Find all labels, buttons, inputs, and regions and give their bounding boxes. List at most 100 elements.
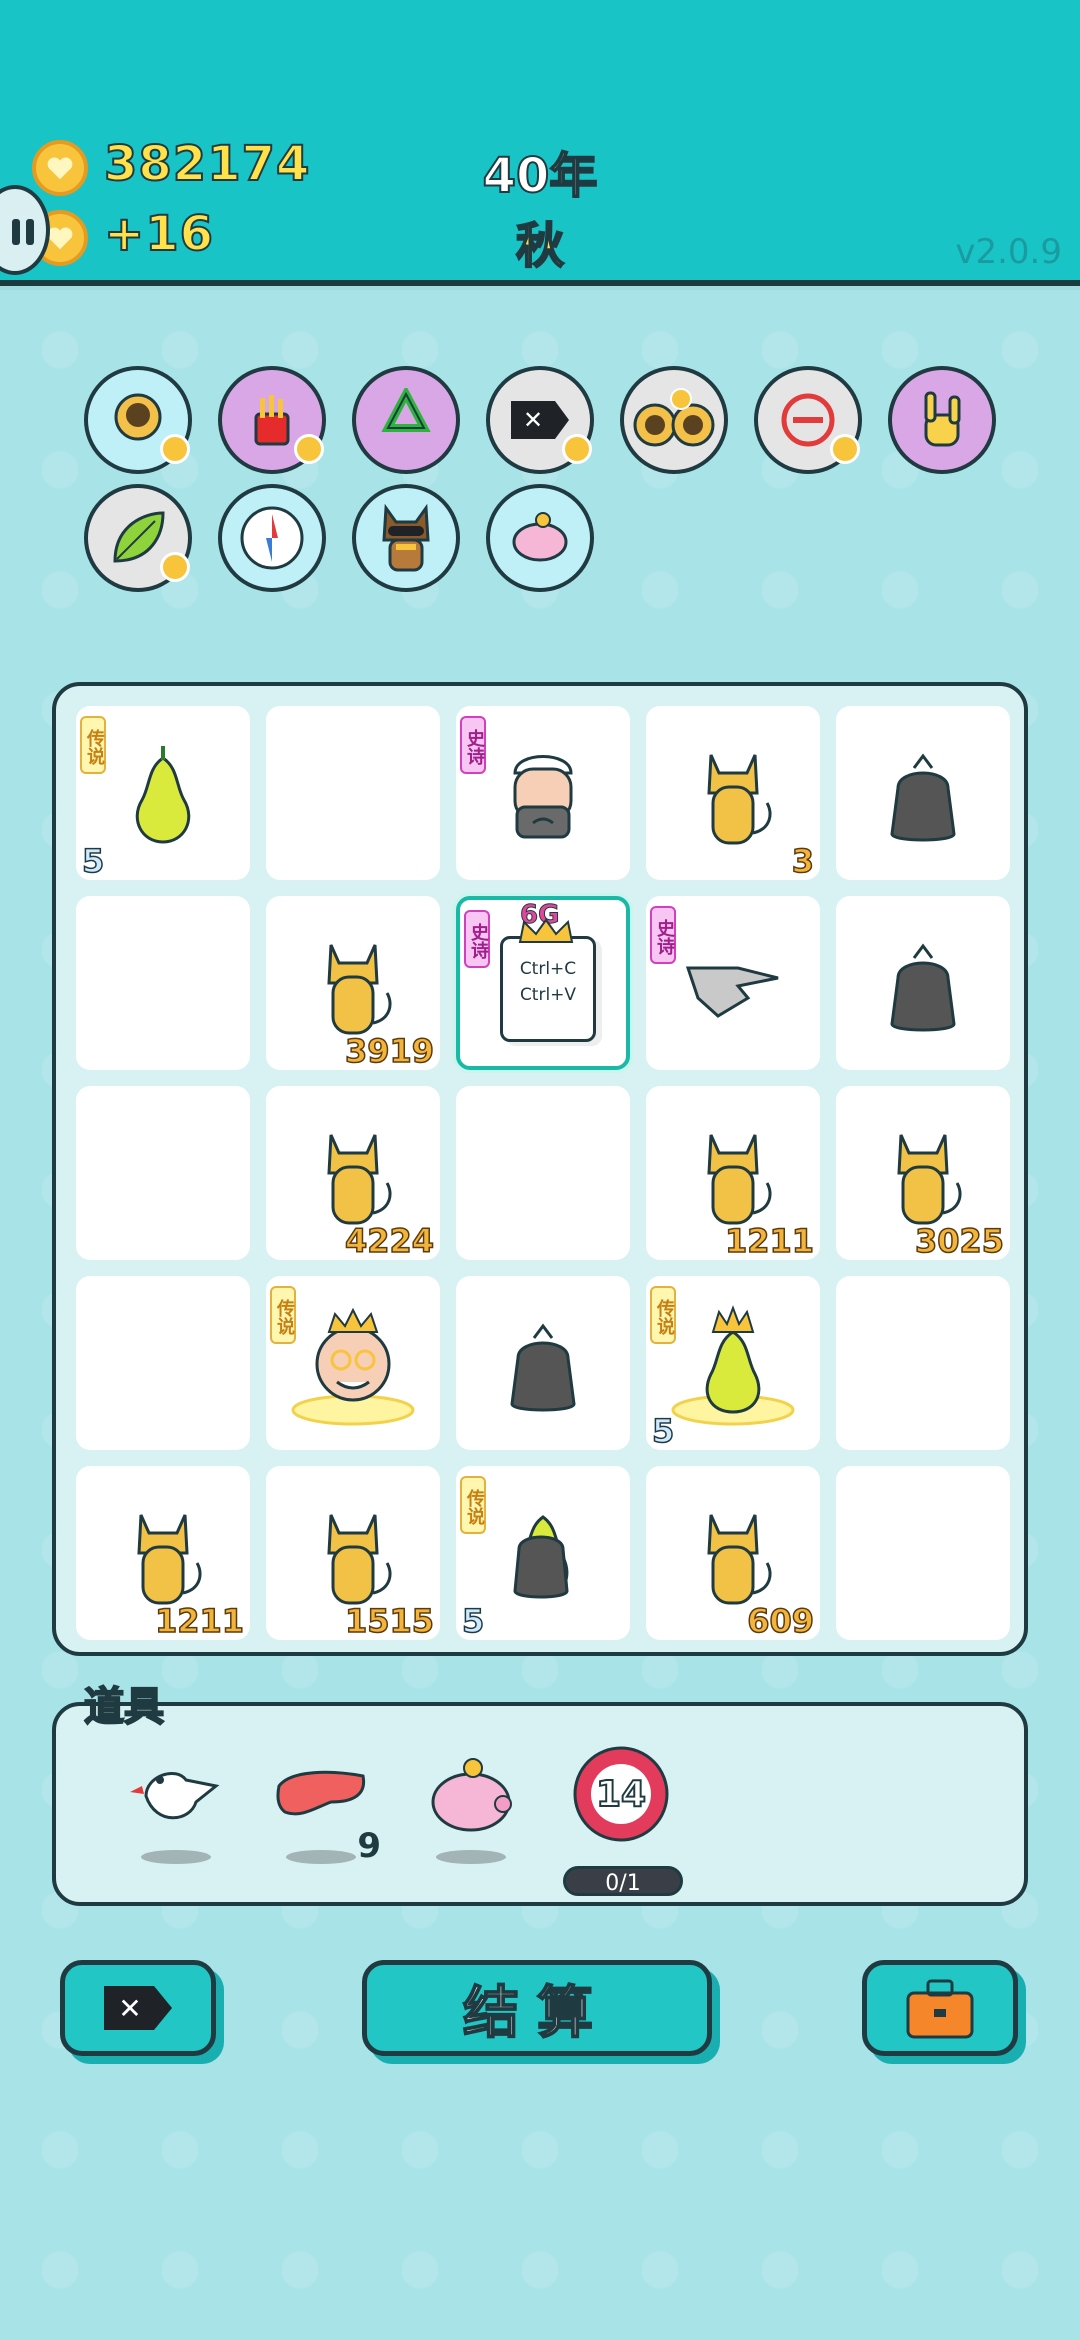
cell-count: 4224 — [344, 1221, 435, 1261]
items-title: 道具 — [83, 1683, 165, 1731]
board-cell-cat[interactable]: 3025 — [836, 1086, 1010, 1261]
pointing-hand-icon — [685, 966, 779, 1018]
ctrl-c-text: Ctrl+C — [519, 959, 577, 979]
svg-text:✕: ✕ — [118, 1992, 141, 2025]
cat-icon — [707, 1134, 772, 1225]
board-cell-cat[interactable]: 3 — [646, 706, 820, 881]
settle-button[interactable]: 结算 — [362, 1960, 712, 2056]
board-cell-cat[interactable]: 1211 — [646, 1086, 820, 1261]
board-cell-empty[interactable] — [76, 896, 250, 1070]
bearded-man-icon — [513, 755, 573, 839]
board-cell-ctrl-cv-epic[interactable]: 史诗 6G Ctrl+C Ctrl+V — [456, 896, 630, 1070]
heart-badge-icon — [830, 434, 860, 464]
board-cell-trash-bag[interactable] — [456, 1276, 630, 1450]
cat-skill-icon[interactable] — [84, 366, 192, 474]
items-panel: 9 14 0/1 — [52, 1702, 1028, 1906]
recycle-skill-icon[interactable] — [352, 366, 460, 474]
board-cell-trash-bag[interactable] — [836, 896, 1010, 1070]
board-cell-empty[interactable] — [836, 1466, 1010, 1640]
board-cell-pointing-hand-epic[interactable]: 史诗 — [646, 896, 820, 1070]
board-cell-cat[interactable]: 1515 — [266, 1466, 440, 1641]
dog-skill-icon[interactable] — [352, 484, 460, 592]
cell-count: 1515 — [344, 1601, 435, 1641]
board-cell-pear-legend[interactable]: 传说 5 — [76, 706, 250, 881]
settle-label: 结算 — [462, 1980, 611, 2047]
board-cell-cat[interactable]: 609 — [646, 1466, 820, 1641]
cell-count: 3 — [791, 841, 815, 881]
coin-income: +16 — [103, 205, 215, 263]
fries-skill-icon[interactable] — [218, 366, 326, 474]
piggy-bank-item[interactable] — [421, 1746, 521, 1864]
coin-icon — [32, 140, 88, 196]
pear-trash-bag-icon — [513, 1515, 569, 1599]
board-cell-empty[interactable] — [76, 1086, 250, 1260]
heart-badge-icon — [562, 434, 592, 464]
target-progress: 0/1 — [563, 1866, 683, 1896]
trash-bag-icon — [890, 753, 956, 842]
liver-item[interactable]: 9 — [271, 1746, 381, 1866]
target-number: 14 — [595, 1773, 647, 1816]
cell-count: 3025 — [914, 1221, 1005, 1261]
cell-count: 5 — [81, 841, 105, 881]
game-board: 传说 5 史诗 3 3919 史诗 6G Ctrl+C Ctrl+V 史诗 42… — [52, 682, 1028, 1656]
top-bar: 382174 +16 40年 秋 v2.0.9 — [0, 0, 1080, 286]
board-cell-cat[interactable]: 1211 — [76, 1466, 250, 1641]
trash-bag-icon — [890, 943, 956, 1032]
board-cell-cat[interactable]: 3919 — [266, 896, 440, 1071]
rich-man-icon — [291, 1307, 415, 1426]
heart-badge-icon — [160, 434, 190, 464]
briefcase-icon — [906, 1979, 974, 2039]
piggy-skill-icon[interactable] — [486, 484, 594, 592]
rock-hand-skill-icon[interactable] — [888, 366, 996, 474]
board-cell-empty[interactable] — [836, 1276, 1010, 1450]
season-label: 秋 — [515, 217, 565, 275]
pear-icon — [135, 746, 191, 844]
cat-icon — [707, 754, 772, 845]
cell-count: 3919 — [344, 1031, 435, 1071]
year-label: 40年 — [482, 147, 599, 205]
dove-icon — [130, 1771, 220, 1820]
cell-count: 1211 — [724, 1221, 815, 1261]
twin-cats-skill-icon[interactable] — [620, 366, 728, 474]
cat-icon — [707, 1514, 772, 1605]
cell-count: 609 — [746, 1601, 814, 1641]
crown-icon — [518, 918, 574, 943]
delete-tag-icon: ✕ — [104, 1986, 172, 2030]
compass-skill-icon[interactable] — [218, 484, 326, 592]
pause-button[interactable] — [0, 185, 50, 275]
discard-button[interactable]: ✕ — [60, 1960, 216, 2056]
leaf-skill-icon[interactable] — [84, 484, 192, 592]
cat-icon — [897, 1134, 962, 1225]
cat-icon — [327, 1134, 392, 1225]
board-cell-trash-bag[interactable] — [836, 706, 1010, 880]
board-cell-cat[interactable]: 4224 — [266, 1086, 440, 1261]
board-cell-empty[interactable] — [76, 1276, 250, 1450]
crowned-pear-icon — [671, 1305, 795, 1426]
coin-total: 382174 — [103, 135, 311, 193]
liver-icon — [276, 1770, 366, 1816]
liver-count: 9 — [357, 1826, 381, 1866]
board-cell-pear-bag-legend[interactable]: 传说 5 — [456, 1466, 630, 1641]
svg-text:✕: ✕ — [523, 406, 543, 434]
delete-tag-skill-icon[interactable]: ✕ — [486, 366, 594, 474]
dove-item[interactable] — [126, 1746, 226, 1864]
target-item[interactable]: 14 0/1 — [563, 1746, 683, 1896]
cat-icon — [327, 944, 392, 1035]
copy-paste-card: Ctrl+C Ctrl+V — [500, 936, 596, 1042]
board-cell-empty[interactable] — [456, 1086, 630, 1260]
cat-icon — [327, 1514, 392, 1605]
piggy-bank-icon — [431, 1758, 512, 1832]
minus-skill-icon[interactable] — [754, 366, 862, 474]
cell-count: 5 — [461, 1601, 485, 1641]
board-cell-crowned-pear-legend[interactable]: 传说 5 — [646, 1276, 820, 1451]
heart-badge-icon — [294, 434, 324, 464]
version-label: v2.0.9 — [955, 232, 1062, 272]
inventory-button[interactable] — [862, 1960, 1018, 2056]
board-cell-rich-man-legend[interactable]: 传说 — [266, 1276, 440, 1450]
trash-bag-icon — [510, 1323, 576, 1412]
board-cell-empty[interactable] — [266, 706, 440, 880]
epic-badge: 史诗 — [464, 910, 490, 968]
board-cell-bearded-man-epic[interactable]: 史诗 — [456, 706, 630, 880]
cell-count: 1211 — [154, 1601, 245, 1641]
cat-icon — [137, 1514, 202, 1605]
